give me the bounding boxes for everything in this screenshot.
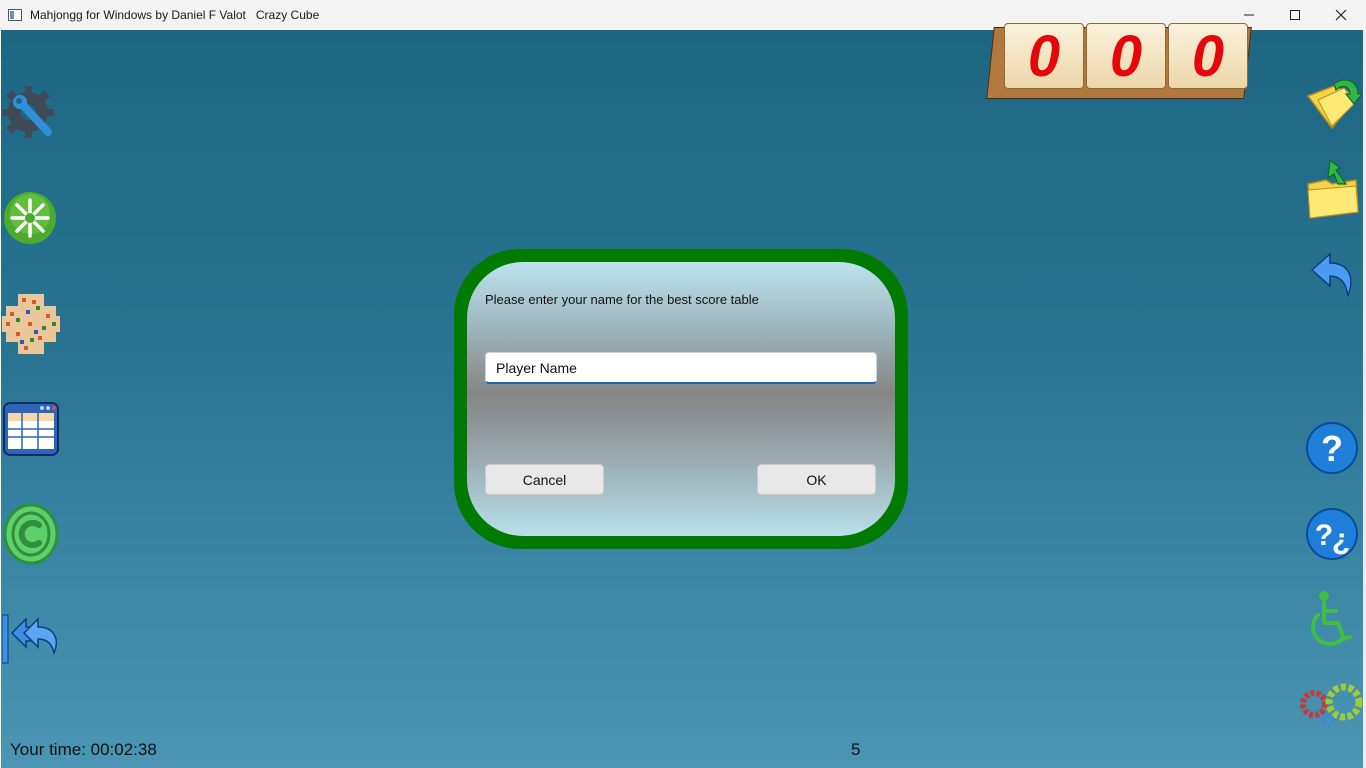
tile-layout-button[interactable] (2, 292, 60, 356)
minimize-icon (1244, 14, 1254, 16)
tile-layout-icon (2, 294, 60, 354)
ok-button[interactable]: OK (757, 464, 876, 495)
copyright-button[interactable] (2, 503, 60, 565)
settings-button[interactable] (2, 84, 60, 142)
svg-text:?: ? (1321, 428, 1343, 469)
open-folder-icon (1306, 79, 1362, 130)
help-spanish-button[interactable]: ? ¿ (1305, 507, 1359, 561)
svg-text:¿: ¿ (1332, 523, 1350, 556)
score-digit: 0 (1168, 23, 1248, 89)
close-icon (1335, 9, 1347, 21)
svg-text:?: ? (1315, 519, 1333, 552)
maximize-icon (1290, 10, 1300, 20)
copyright-icon (3, 503, 59, 565)
settings-wrench-icon (2, 86, 54, 138)
accessibility-button[interactable] (1306, 589, 1358, 651)
open-game-button[interactable] (1304, 74, 1362, 130)
score-digit: 0 (1004, 23, 1084, 89)
dialog-message: Please enter your name for the best scor… (485, 292, 759, 307)
help-button[interactable]: ? (1305, 421, 1359, 475)
back-to-start-icon (2, 614, 58, 664)
score-counter: 0 0 0 (986, 21, 1252, 99)
maximize-button[interactable] (1272, 0, 1318, 30)
score-table-button[interactable] (2, 401, 60, 457)
save-game-button[interactable] (1304, 158, 1362, 220)
app-icon (8, 9, 22, 21)
back-to-start-button[interactable] (2, 613, 62, 665)
undo-arrow-icon (1310, 252, 1352, 297)
score-table-icon (3, 402, 59, 456)
elapsed-time: Your time: 00:02:38 (10, 740, 157, 759)
gears-icon (1300, 683, 1363, 727)
help-icon: ? (1306, 422, 1358, 474)
new-game-button[interactable] (2, 190, 58, 246)
undo-button[interactable] (1310, 252, 1356, 298)
player-name-input[interactable] (485, 352, 877, 384)
remaining-count: 5 (851, 740, 861, 759)
save-folder-icon (1307, 158, 1359, 219)
cancel-button[interactable]: Cancel (485, 464, 604, 495)
new-game-starburst-icon (4, 192, 56, 244)
help-spanish-icon: ? ¿ (1306, 508, 1358, 560)
close-button[interactable] (1318, 0, 1364, 30)
options-button[interactable] (1300, 682, 1364, 728)
score-digit: 0 (1086, 23, 1166, 89)
accessibility-icon (1311, 591, 1352, 646)
window-title: Mahjongg for Windows by Daniel F Valot C… (30, 8, 320, 22)
